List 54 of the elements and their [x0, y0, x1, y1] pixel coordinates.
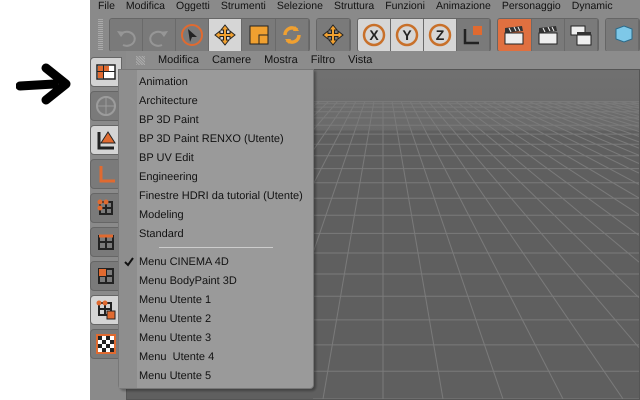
x-axis-icon: X — [362, 23, 386, 47]
toolbar-button[interactable] — [242, 19, 276, 51]
menu-item[interactable]: Animazione — [430, 0, 496, 13]
menu-item[interactable]: File — [90, 0, 120, 13]
move-icon — [320, 23, 345, 47]
menu-item[interactable]: Menu CINEMA 4D — [119, 252, 313, 271]
menu-item[interactable]: Menu Utente 5 — [119, 366, 313, 385]
menu-item[interactable]: Menu Utente 4 — [119, 347, 313, 366]
toolbar-button[interactable] — [564, 19, 598, 51]
menu-item[interactable]: BP 3D Paint — [119, 110, 313, 129]
menu-item[interactable]: Struttura — [328, 0, 380, 13]
menu-item[interactable]: Finestre HDRI da tutorial (Utente) — [119, 186, 313, 205]
menu-item[interactable]: Standard — [119, 224, 313, 243]
menu-grip[interactable] — [136, 56, 145, 64]
menu-item[interactable]: Menu BodyPaint 3D — [119, 271, 313, 290]
toolbar-button[interactable] — [532, 19, 565, 51]
menu-item[interactable]: Architecture — [119, 91, 313, 110]
menu-item[interactable]: Filtro — [310, 54, 336, 66]
menu-item[interactable]: Animation — [119, 72, 313, 91]
menu-item[interactable]: Modifica — [120, 0, 170, 13]
y-axis-icon: Y — [395, 23, 420, 47]
menu-item[interactable]: Funzioni — [379, 0, 430, 13]
clapperboard-icon — [536, 23, 560, 47]
menu-item[interactable]: Personaggio — [496, 0, 566, 13]
mode-button[interactable] — [90, 57, 122, 87]
toolbar-button[interactable] — [209, 19, 242, 51]
z-axis-icon: Z — [428, 23, 452, 47]
scale-icon — [246, 23, 270, 47]
uv-points-icon — [94, 298, 118, 322]
menu-item[interactable]: Menu Utente 1 — [119, 290, 313, 309]
cursor-icon — [180, 23, 204, 47]
menu-item[interactable]: Camere — [212, 54, 252, 66]
move-icon — [213, 23, 238, 47]
menu-item[interactable]: Menu Utente 3 — [119, 328, 313, 347]
toolbar-button[interactable]: X — [358, 19, 391, 51]
checkerboard-icon — [94, 332, 118, 356]
menu-item[interactable]: Vista — [348, 54, 372, 66]
toolbar-grip[interactable] — [98, 19, 103, 51]
menu-item[interactable]: Modeling — [119, 205, 313, 224]
menu-item[interactable]: Mostra — [264, 54, 298, 66]
toolbar-button[interactable]: Y — [391, 19, 424, 51]
menu-item[interactable]: Strumenti — [214, 0, 271, 13]
menu-item[interactable]: BP UV Edit — [119, 148, 313, 167]
menu-item[interactable]: BP 3D Paint RENXO (Utente) — [119, 129, 313, 148]
menu-item[interactable]: Engineering — [119, 167, 313, 186]
menu-item[interactable]: Oggetti — [170, 0, 215, 13]
clapperboard-icon — [502, 23, 526, 47]
menu-item[interactable]: Menu Utente 2 — [119, 309, 313, 328]
toolbar-button[interactable]: Z — [424, 19, 458, 51]
menu-item[interactable]: Dynamic — [566, 0, 618, 13]
menu-item[interactable]: Modifica — [158, 54, 199, 66]
clapperboards-icon — [568, 23, 593, 47]
toolbar-button[interactable] — [498, 19, 532, 51]
menu-item[interactable]: Selezione — [270, 0, 328, 13]
